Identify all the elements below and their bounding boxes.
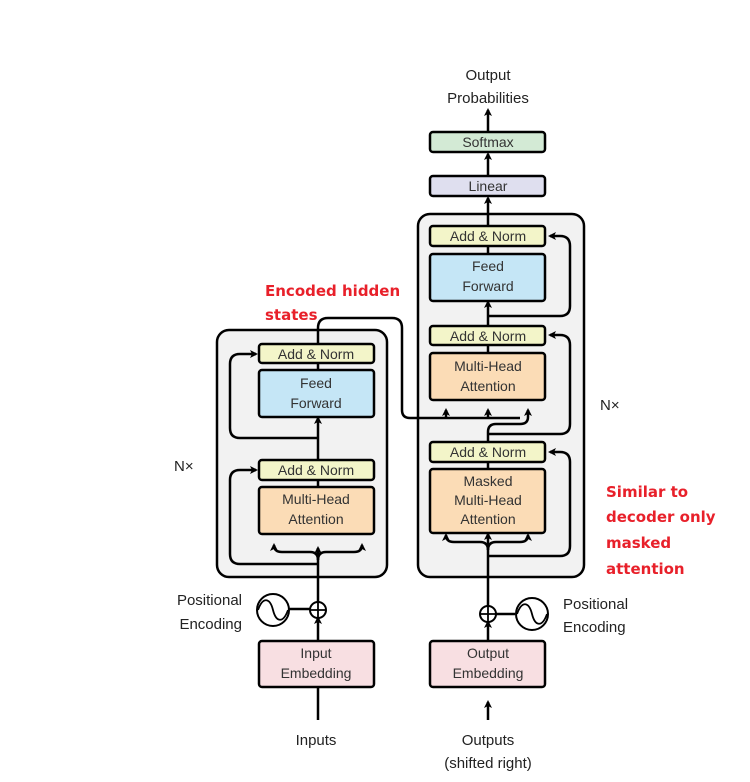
encoder-repeat-label: N×	[174, 458, 194, 475]
decoder-cross-attn-line2: Attention	[460, 378, 515, 394]
decoder-add-norm-bottom-label: Add & Norm	[450, 444, 526, 460]
encoder-attn-line2: Attention	[288, 511, 343, 527]
decoder-positional-encoding-icon	[515, 597, 549, 631]
input-embedding-line1: Input	[300, 645, 331, 661]
input-embedding-line2: Embedding	[281, 665, 352, 681]
softmax-label: Softmax	[462, 134, 513, 150]
decoder-note-line2: decoder only	[606, 508, 716, 526]
encoder-attn-line1: Multi-Head	[282, 491, 350, 507]
encoder-pe-line2: Encoding	[179, 616, 242, 633]
encoded-hidden-states-line1: Encoded hidden	[265, 282, 400, 300]
masked-attn-line1: Masked	[463, 473, 512, 489]
decoder-pe-line2: Encoding	[563, 619, 626, 636]
output-probabilities-line1: Output	[465, 67, 511, 84]
inputs-label: Inputs	[296, 732, 337, 749]
decoder-repeat-label: N×	[600, 397, 620, 414]
outputs-label-line2: (shifted right)	[444, 755, 532, 772]
encoder-pe-line1: Positional	[177, 592, 242, 609]
decoder-ff-line2: Forward	[462, 278, 513, 294]
output-probabilities-line2: Probabilities	[447, 90, 529, 107]
encoder-add-norm-top-label: Add & Norm	[278, 346, 354, 362]
linear-label: Linear	[469, 178, 508, 194]
transformer-diagram: Add & Norm Feed Forward Add & Norm Multi…	[174, 67, 716, 772]
encoder-ff-line2: Forward	[290, 395, 341, 411]
masked-attn-line3: Attention	[460, 511, 515, 527]
encoder-layer-box	[215, 328, 389, 579]
encoded-hidden-states-line2: states	[265, 306, 318, 324]
decoder-pe-line1: Positional	[563, 596, 628, 613]
decoder-add-norm-top-label: Add & Norm	[450, 228, 526, 244]
decoder-add-norm-mid-label: Add & Norm	[450, 328, 526, 344]
encoder-positional-encoding-icon	[256, 593, 290, 627]
masked-attn-line2: Multi-Head	[454, 492, 522, 508]
decoder-note-line3: masked	[606, 534, 671, 552]
decoder-ff-line1: Feed	[472, 258, 504, 274]
decoder-cross-attn-line1: Multi-Head	[454, 358, 522, 374]
outputs-label-line1: Outputs	[462, 732, 515, 749]
decoder-note-line4: attention	[606, 560, 685, 578]
output-embedding-line2: Embedding	[453, 665, 524, 681]
output-embedding-line1: Output	[467, 645, 509, 661]
encoder-add-norm-bottom-label: Add & Norm	[278, 462, 354, 478]
decoder-note-line1: Similar to	[606, 483, 688, 501]
encoder-ff-line1: Feed	[300, 375, 332, 391]
